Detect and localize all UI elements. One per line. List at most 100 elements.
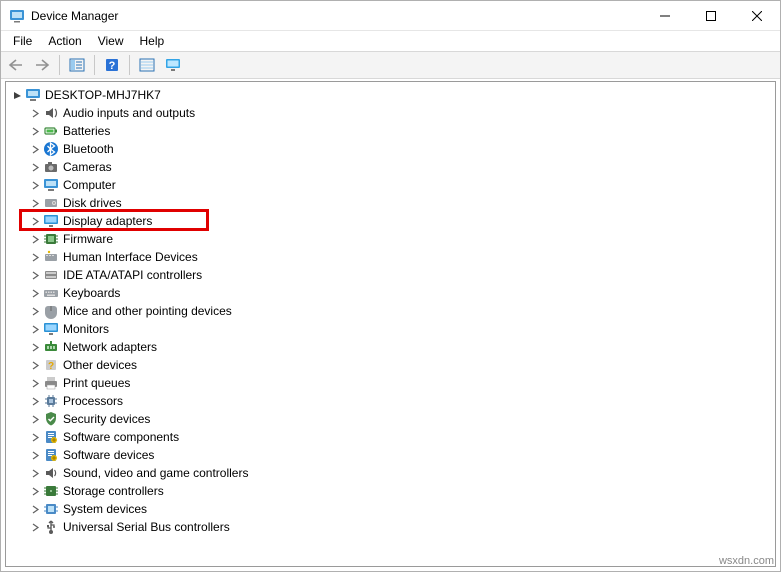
tree-node[interactable]: Software components xyxy=(6,428,775,446)
tree-node[interactable]: System devices xyxy=(6,500,775,518)
expander-closed-icon[interactable] xyxy=(28,394,42,408)
tree-node-label: Other devices xyxy=(63,358,137,372)
mouse-icon xyxy=(43,303,59,319)
tree-node-label: Storage controllers xyxy=(63,484,164,498)
expander-closed-icon[interactable] xyxy=(28,232,42,246)
tree-node-label: Disk drives xyxy=(63,196,122,210)
toolbar-separator xyxy=(94,55,95,75)
tree-node-label: Mice and other pointing devices xyxy=(63,304,232,318)
hid-icon xyxy=(43,249,59,265)
tree-node[interactable]: Batteries xyxy=(6,122,775,140)
expander-closed-icon[interactable] xyxy=(28,250,42,264)
expander-closed-icon[interactable] xyxy=(28,124,42,138)
battery-icon xyxy=(43,123,59,139)
toolbar-back-button[interactable] xyxy=(4,54,28,76)
tree-node-label: Sound, video and game controllers xyxy=(63,466,248,480)
software-icon xyxy=(43,447,59,463)
toolbar-separator xyxy=(59,55,60,75)
tree-node[interactable]: Universal Serial Bus controllers xyxy=(6,518,775,536)
close-button[interactable] xyxy=(734,1,780,31)
tree-node[interactable]: Audio inputs and outputs xyxy=(6,104,775,122)
window-controls xyxy=(642,1,780,31)
expander-closed-icon[interactable] xyxy=(28,214,42,228)
toolbar-show-hide-button[interactable] xyxy=(65,54,89,76)
toolbar-forward-button[interactable] xyxy=(30,54,54,76)
network-icon xyxy=(43,339,59,355)
expander-closed-icon[interactable] xyxy=(28,484,42,498)
tree-node[interactable]: Firmware xyxy=(6,230,775,248)
tree-node-label: Keyboards xyxy=(63,286,120,300)
minimize-button[interactable] xyxy=(642,1,688,31)
expander-closed-icon[interactable] xyxy=(28,466,42,480)
tree-node[interactable]: Network adapters xyxy=(6,338,775,356)
system-icon xyxy=(43,501,59,517)
audio-icon xyxy=(43,105,59,121)
tree-node[interactable]: Storage controllers xyxy=(6,482,775,500)
expander-closed-icon[interactable] xyxy=(28,196,42,210)
device-tree[interactable]: DESKTOP-MHJ7HK7 Audio inputs and outputs… xyxy=(5,81,776,567)
svg-text:?: ? xyxy=(48,361,54,372)
tree-node[interactable]: Disk drives xyxy=(6,194,775,212)
tree-node[interactable]: Computer xyxy=(6,176,775,194)
expander-closed-icon[interactable] xyxy=(28,106,42,120)
tree-node[interactable]: Processors xyxy=(6,392,775,410)
tree-node-label: Processors xyxy=(63,394,123,408)
tree-node[interactable]: Mice and other pointing devices xyxy=(6,302,775,320)
expander-closed-icon[interactable] xyxy=(28,178,42,192)
display-icon xyxy=(43,213,59,229)
toolbar-properties-button[interactable] xyxy=(135,54,159,76)
printer-icon xyxy=(43,375,59,391)
expander-closed-icon[interactable] xyxy=(28,502,42,516)
expander-closed-icon[interactable] xyxy=(28,286,42,300)
menu-bar: File Action View Help xyxy=(1,31,780,51)
tree-node-label: IDE ATA/ATAPI controllers xyxy=(63,268,202,282)
tree-node[interactable]: Software devices xyxy=(6,446,775,464)
expander-closed-icon[interactable] xyxy=(28,268,42,282)
tree-node[interactable]: IDE ATA/ATAPI controllers xyxy=(6,266,775,284)
toolbar-monitor-button[interactable] xyxy=(161,54,185,76)
tree-node[interactable]: ? Other devices xyxy=(6,356,775,374)
disk-icon xyxy=(43,195,59,211)
tree-node[interactable]: Bluetooth xyxy=(6,140,775,158)
tree-node-label: Network adapters xyxy=(63,340,157,354)
menu-view[interactable]: View xyxy=(90,32,132,50)
tree-root[interactable]: DESKTOP-MHJ7HK7 xyxy=(6,86,775,104)
tree-node-label: Human Interface Devices xyxy=(63,250,198,264)
expander-open-icon[interactable] xyxy=(10,88,24,102)
ide-icon xyxy=(43,267,59,283)
tree-root-label: DESKTOP-MHJ7HK7 xyxy=(45,88,161,102)
tree-node-label: Security devices xyxy=(63,412,150,426)
expander-closed-icon[interactable] xyxy=(28,376,42,390)
maximize-button[interactable] xyxy=(688,1,734,31)
tree-node[interactable]: Human Interface Devices xyxy=(6,248,775,266)
expander-closed-icon[interactable] xyxy=(28,358,42,372)
expander-closed-icon[interactable] xyxy=(28,304,42,318)
expander-closed-icon[interactable] xyxy=(28,448,42,462)
expander-closed-icon[interactable] xyxy=(28,520,42,534)
tree-node[interactable]: Display adapters xyxy=(6,212,775,230)
tree-node[interactable]: Security devices xyxy=(6,410,775,428)
menu-help[interactable]: Help xyxy=(132,32,173,50)
usb-icon xyxy=(43,519,59,535)
computer-icon xyxy=(43,177,59,193)
tree-node[interactable]: Cameras xyxy=(6,158,775,176)
tree-node[interactable]: Print queues xyxy=(6,374,775,392)
menu-file[interactable]: File xyxy=(5,32,40,50)
expander-closed-icon[interactable] xyxy=(28,430,42,444)
bluetooth-icon xyxy=(43,141,59,157)
tree-node[interactable]: Keyboards xyxy=(6,284,775,302)
svg-text:?: ? xyxy=(109,60,116,72)
tree-node[interactable]: Sound, video and game controllers xyxy=(6,464,775,482)
tree-node-label: Batteries xyxy=(63,124,110,138)
expander-closed-icon[interactable] xyxy=(28,322,42,336)
expander-closed-icon[interactable] xyxy=(28,340,42,354)
expander-closed-icon[interactable] xyxy=(28,412,42,426)
expander-closed-icon[interactable] xyxy=(28,160,42,174)
tree-node-label: Firmware xyxy=(63,232,113,246)
tree-node-label: System devices xyxy=(63,502,147,516)
tree-node[interactable]: Monitors xyxy=(6,320,775,338)
tree-node-label: Bluetooth xyxy=(63,142,114,156)
expander-closed-icon[interactable] xyxy=(28,142,42,156)
toolbar-help-button[interactable]: ? xyxy=(100,54,124,76)
menu-action[interactable]: Action xyxy=(40,32,89,50)
